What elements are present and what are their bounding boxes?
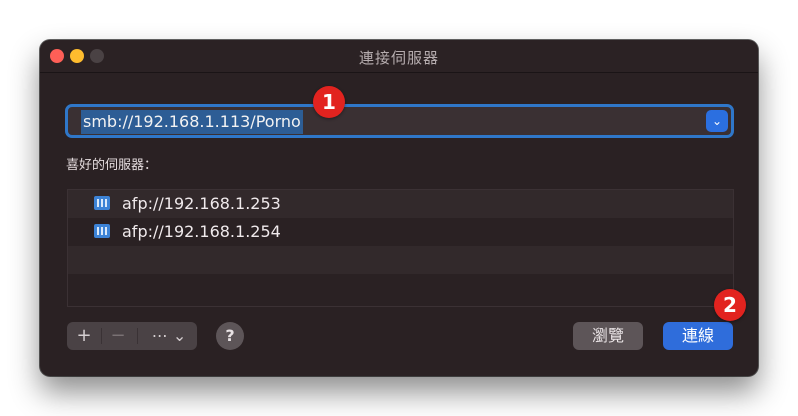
more-options-button[interactable]: ⋯ ⌄ <box>143 322 195 350</box>
add-server-button[interactable]: + <box>67 322 101 350</box>
browse-button[interactable]: 瀏覽 <box>573 322 643 350</box>
server-address-label: afp://192.168.1.254 <box>122 222 281 241</box>
empty-list-row <box>68 246 733 274</box>
server-address-label: afp://192.168.1.253 <box>122 194 281 213</box>
step-1-badge: 1 <box>313 86 345 118</box>
server-address-combobox[interactable]: smb://192.168.1.113/Porno ⌄ <box>65 104 734 138</box>
remove-server-button[interactable]: − <box>101 322 135 350</box>
favorite-servers-label: 喜好的伺服器： <box>66 158 158 173</box>
server-icon <box>94 196 110 210</box>
server-icon <box>94 224 110 238</box>
connect-to-server-window: 連接伺服器 smb://192.168.1.113/Porno ⌄ 喜好的伺服器… <box>40 40 758 376</box>
toolbar-divider <box>137 328 138 344</box>
chevron-down-icon[interactable]: ⌄ <box>706 110 728 132</box>
help-button[interactable]: ? <box>216 322 244 350</box>
title-bar: 連接伺服器 <box>40 40 758 73</box>
favorite-servers-list: afp://192.168.1.253 afp://192.168.1.254 <box>67 189 734 307</box>
window-title: 連接伺服器 <box>358 49 439 67</box>
empty-list-row <box>68 274 733 306</box>
connect-button[interactable]: 連線 <box>663 322 733 350</box>
list-edit-toolbar: + − ⋯ ⌄ <box>67 322 197 350</box>
server-address-input[interactable]: smb://192.168.1.113/Porno <box>81 110 303 134</box>
list-item[interactable]: afp://192.168.1.254 <box>68 218 733 246</box>
list-item[interactable]: afp://192.168.1.253 <box>68 190 733 218</box>
step-2-badge: 2 <box>714 289 746 321</box>
